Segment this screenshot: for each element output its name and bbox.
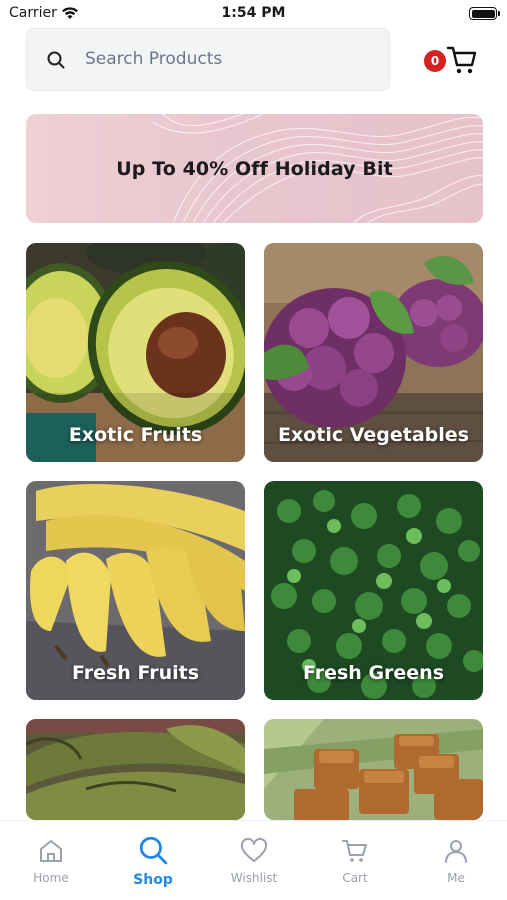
- tab-cart[interactable]: Cart: [315, 821, 395, 900]
- tab-home[interactable]: Home: [11, 821, 91, 900]
- tab-shop[interactable]: Shop: [113, 821, 193, 900]
- cart-count-badge: 0: [424, 50, 446, 72]
- heart-icon: [240, 837, 268, 862]
- home-icon: [40, 840, 62, 862]
- search-placeholder: Search Products: [85, 49, 223, 69]
- category-label: Fresh Greens: [302, 662, 445, 684]
- category-label: Fresh Fruits: [71, 662, 200, 684]
- cart-button[interactable]: 0: [424, 44, 480, 76]
- category-exotic-fruits[interactable]: Exotic Fruits: [26, 243, 245, 462]
- category-label: Exotic Vegetables: [277, 424, 469, 446]
- cart-icon: [446, 46, 477, 74]
- search-input[interactable]: Search Products: [26, 28, 390, 91]
- category-tile-5[interactable]: [26, 719, 245, 820]
- tab-label: Me: [447, 871, 465, 885]
- search-icon: [47, 51, 65, 69]
- promo-banner[interactable]: Up To 40% Off Holiday Bit: [26, 114, 483, 223]
- category-tile-6[interactable]: [264, 719, 483, 820]
- category-fresh-fruits[interactable]: Fresh Fruits: [26, 481, 245, 700]
- bottom-tab-bar: Home Shop Wishlist Cart Me: [0, 820, 507, 900]
- clock: 1:54 PM: [221, 5, 286, 21]
- gourd-image: [26, 719, 245, 820]
- category-exotic-vegetables[interactable]: Exotic Vegetables: [264, 243, 483, 462]
- cart-icon: [342, 840, 367, 862]
- tab-label: Shop: [133, 872, 173, 888]
- tab-me[interactable]: Me: [416, 821, 496, 900]
- battery-icon: [469, 7, 500, 20]
- promo-text: Up To 40% Off Holiday Bit: [116, 158, 393, 180]
- category-fresh-greens[interactable]: Fresh Greens: [264, 481, 483, 700]
- category-label: Exotic Fruits: [68, 424, 203, 446]
- jaggery-image: [264, 719, 483, 820]
- search-icon: [139, 836, 168, 865]
- user-icon: [445, 840, 467, 863]
- tab-wishlist[interactable]: Wishlist: [214, 821, 294, 900]
- status-bar: Carrier 1:54 PM: [0, 0, 507, 28]
- tab-label: Home: [33, 871, 69, 885]
- tab-label: Cart: [342, 871, 368, 885]
- tab-label: Wishlist: [230, 871, 278, 885]
